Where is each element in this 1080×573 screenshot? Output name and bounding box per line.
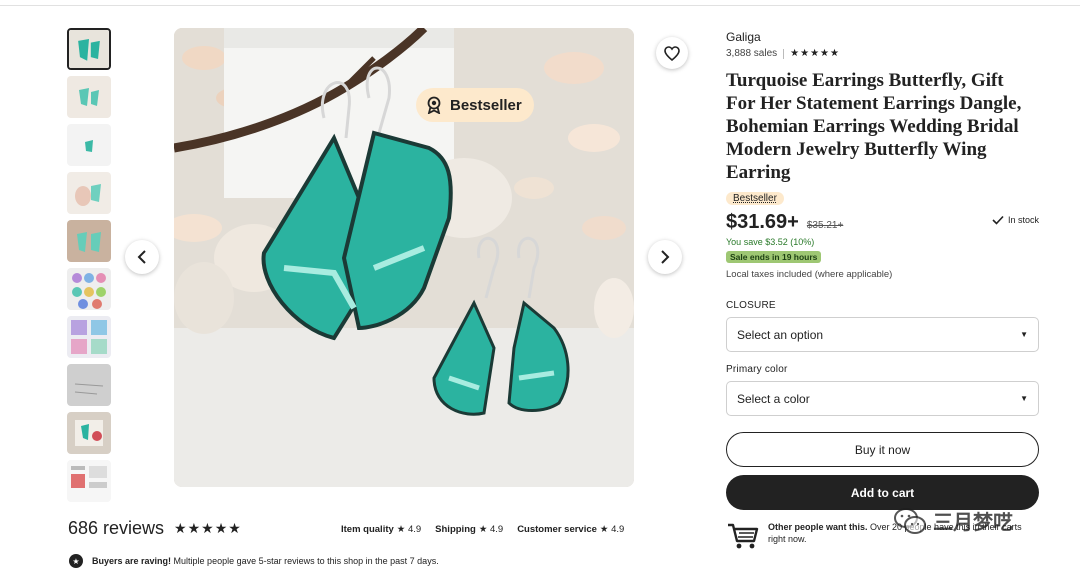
thumbnail-8[interactable] (67, 364, 111, 406)
thumbnail-9[interactable] (67, 412, 111, 454)
main-product-image[interactable]: Bestseller (174, 28, 634, 487)
primary-color-select[interactable]: Select a color ▼ (726, 381, 1039, 416)
primary-color-label: Primary color (726, 364, 788, 375)
rating-label: Customer service (517, 524, 597, 535)
product-info-panel: Galiga 3,888 sales ★★★★★ Turquoise Earri… (726, 30, 1046, 551)
star-icon: ★ (69, 554, 83, 568)
wechat-icon (894, 507, 926, 534)
rating-customer-service: Customer service ★ 4.9 (517, 524, 624, 535)
sale-ends-badge: Sale ends in 19 hours (726, 251, 822, 263)
chevron-left-icon (137, 250, 146, 264)
shop-rating-stars[interactable]: ★★★★★ (790, 48, 840, 59)
cart-icon (728, 523, 759, 549)
product-title: Turquoise Earrings Butterfly, Gift For H… (726, 70, 1022, 183)
bestseller-pill[interactable]: Bestseller (726, 192, 784, 205)
bestseller-badge-label: Bestseller (450, 96, 522, 114)
rating-shipping: Shipping ★ 4.9 (435, 524, 503, 535)
chevron-right-icon (661, 250, 670, 264)
bestseller-badge: Bestseller (416, 88, 534, 122)
rating-value: ★ 4.9 (599, 524, 625, 535)
rating-value: ★ 4.9 (396, 524, 422, 535)
price-row: $31.69+ $35.21+ In stock (726, 211, 1046, 234)
thumbnail-1[interactable] (67, 28, 111, 70)
original-price: $35.21+ (806, 220, 844, 231)
thumbnail-list (67, 28, 113, 508)
thumbnail-4[interactable] (67, 172, 111, 214)
taxes-note: Local taxes included (where applicable) (726, 269, 893, 280)
thumbnail-6[interactable] (67, 268, 111, 310)
raving-bold: Buyers are raving! (92, 556, 172, 566)
divider (783, 48, 785, 59)
review-count: 686 reviews (68, 518, 165, 538)
reviews-header: 686 reviews ★★★★★ (68, 518, 242, 539)
review-stars: ★★★★★ (174, 520, 242, 536)
ribbon-icon (427, 96, 441, 114)
earrings-photo (174, 28, 634, 487)
rating-label: Item quality (341, 524, 394, 535)
rating-item-quality: Item quality ★ 4.9 (341, 524, 421, 535)
rating-value: ★ 4.9 (478, 524, 504, 535)
savings-text: You save $3.52 (10%) (726, 237, 815, 247)
shop-name-link[interactable]: Galiga (726, 30, 1046, 44)
thumbnail-3[interactable] (67, 124, 111, 166)
check-icon (992, 215, 1004, 225)
closure-select-value: Select an option (737, 327, 824, 342)
favorite-button[interactable] (656, 37, 688, 69)
closure-label: CLOSURE (726, 300, 776, 311)
thumbnail-7[interactable] (67, 316, 111, 358)
current-price: $31.69+ (726, 211, 799, 233)
thumbnail-10[interactable] (67, 460, 111, 502)
rating-breakdown: Item quality ★ 4.9 Shipping ★ 4.9 Customer… (341, 524, 624, 535)
shop-stats: 3,888 sales ★★★★★ (726, 48, 1046, 59)
thumbnail-2[interactable] (67, 76, 111, 118)
next-image-button[interactable] (648, 240, 682, 274)
caret-down-icon: ▼ (1020, 394, 1028, 403)
thumbnail-5[interactable] (67, 220, 111, 262)
sales-count: 3,888 sales (726, 48, 778, 59)
primary-color-select-value: Select a color (737, 391, 810, 406)
demand-text-bold: Other people want this. (768, 522, 868, 532)
closure-select[interactable]: Select an option ▼ (726, 317, 1039, 352)
stock-label: In stock (1007, 215, 1039, 225)
add-to-cart-button[interactable]: Add to cart (726, 475, 1039, 510)
previous-image-button[interactable] (125, 240, 159, 274)
raving-notice: ★ Buyers are raving! Multiple people gav… (69, 554, 439, 568)
heart-icon (664, 45, 680, 61)
buy-it-now-button[interactable]: Buy it now (726, 432, 1039, 467)
raving-text: Buyers are raving! Multiple people gave … (92, 556, 439, 566)
caret-down-icon: ▼ (1020, 330, 1028, 339)
rating-label: Shipping (435, 524, 476, 535)
stock-status: In stock (992, 215, 1039, 225)
watermark: 三月梦呓 (893, 506, 1013, 535)
watermark-text: 三月梦呓 (933, 512, 1013, 534)
raving-rest: Multiple people gave 5-star reviews to t… (171, 556, 439, 566)
top-divider (0, 5, 1080, 6)
